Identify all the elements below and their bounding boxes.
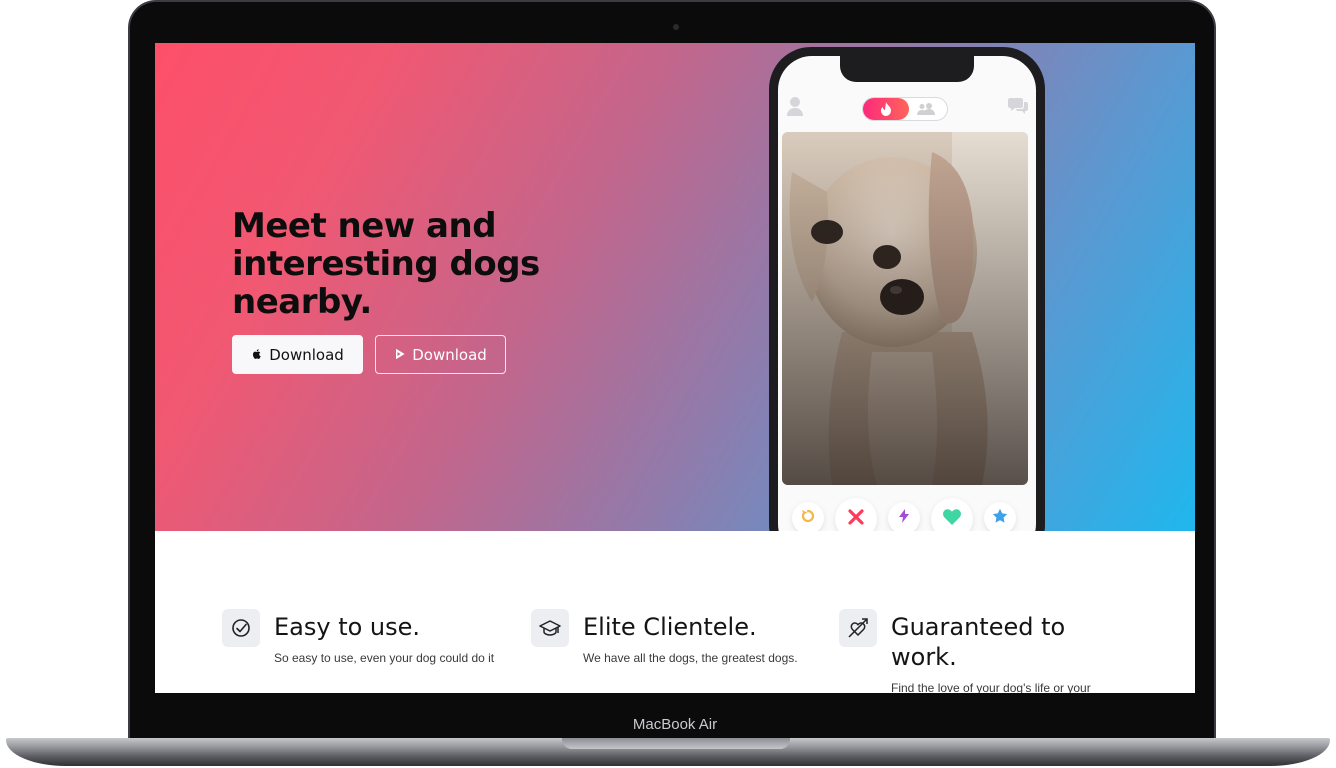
rewind-icon (801, 509, 815, 528)
graduation-cap-icon (531, 609, 569, 647)
app-store-download-button[interactable]: Download (232, 335, 363, 374)
feature-title: Guaranteed to work. (891, 613, 1066, 671)
phone-notch (840, 56, 974, 82)
phone-screen (778, 56, 1036, 531)
profile-action-buttons (778, 496, 1036, 531)
play-store-icon (394, 346, 406, 364)
check-circle-icon (222, 609, 260, 647)
star-icon (992, 508, 1008, 529)
heart-arrow-icon (839, 609, 877, 647)
like-button[interactable] (931, 498, 973, 531)
feature-description: So easy to use, even your dog could do i… (274, 651, 495, 665)
play-store-download-label: Download (412, 345, 487, 364)
feature-title: Easy to use. (274, 613, 421, 641)
apple-icon (251, 346, 263, 364)
feature-title: Elite Clientele. (583, 613, 757, 641)
browser-viewport: Meet new and interesting dogs nearby. Do… (155, 43, 1195, 693)
rewind-button[interactable] (792, 502, 824, 531)
super-like-button[interactable] (984, 502, 1016, 531)
laptop-hinge (562, 738, 790, 749)
play-store-download-button[interactable]: Download (375, 335, 506, 374)
nope-button[interactable] (835, 498, 877, 531)
phone-mockup (769, 47, 1045, 531)
feature-description: We have all the dogs, the greatest dogs. (583, 651, 798, 665)
camera-icon (673, 24, 679, 30)
chat-icon[interactable] (1008, 96, 1028, 119)
hero-section: Meet new and interesting dogs nearby. Do… (155, 43, 1195, 531)
discover-mode-toggle[interactable] (862, 97, 948, 121)
device-label: MacBook Air (632, 716, 718, 733)
app-top-bar (778, 88, 1036, 128)
lightning-icon (899, 508, 909, 528)
dog-profile-photo[interactable] (782, 132, 1028, 485)
flame-icon (863, 98, 909, 120)
user-icon[interactable] (786, 96, 804, 121)
feature-description: Find the love of your dog's life or your (891, 681, 1091, 693)
app-store-download-label: Download (269, 345, 344, 364)
boost-button[interactable] (888, 502, 920, 531)
heart-icon (943, 508, 961, 530)
group-icon (917, 102, 935, 120)
close-icon (848, 508, 864, 530)
hero-title: Meet new and interesting dogs nearby. (232, 206, 540, 322)
